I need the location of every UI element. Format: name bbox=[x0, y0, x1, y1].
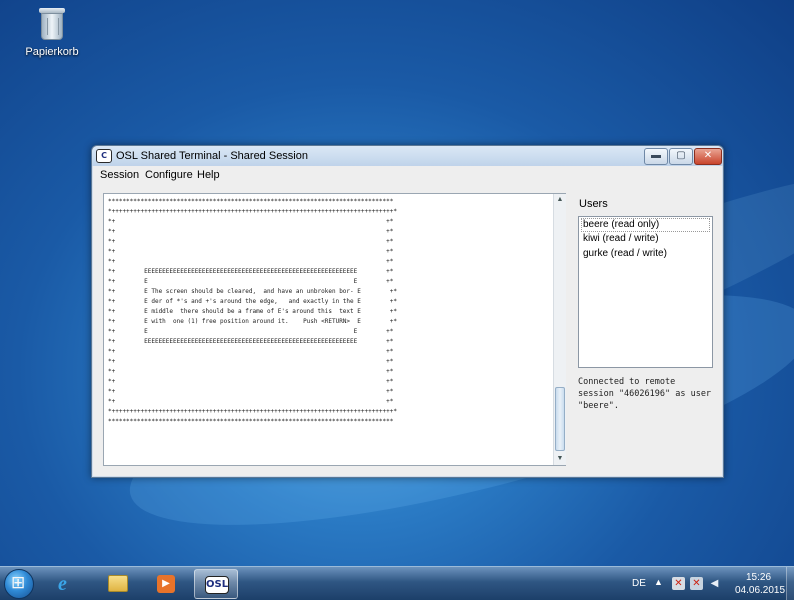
title-bar[interactable]: C OSL Shared Terminal - Shared Session ▬… bbox=[92, 146, 723, 166]
recycle-bin-desktop-icon[interactable]: Papierkorb bbox=[24, 6, 80, 58]
language-indicator[interactable]: DE bbox=[632, 578, 646, 589]
osl-logo-icon[interactable]: C bbox=[96, 149, 112, 163]
users-heading: Users bbox=[579, 198, 608, 210]
menu-help[interactable]: Help bbox=[197, 169, 220, 181]
network-icon[interactable]: ✕ bbox=[690, 577, 703, 590]
play-glyph: ▶ bbox=[157, 575, 175, 593]
user-item-gurke[interactable]: gurke (read / write) bbox=[581, 248, 667, 259]
user-item-kiwi[interactable]: kiwi (read / write) bbox=[581, 233, 659, 244]
scroll-down-arrow-icon[interactable]: ▼ bbox=[554, 453, 566, 465]
volume-muted-icon[interactable]: ◀ bbox=[708, 577, 721, 590]
terminal-screen[interactable]: ****************************************… bbox=[103, 193, 566, 466]
recycle-bin-label: Papierkorb bbox=[25, 46, 79, 58]
connection-status: Connected to remote session "46026196" a… bbox=[578, 377, 712, 411]
ie-glyph: e bbox=[58, 573, 67, 595]
osl-glyph: OSL bbox=[205, 576, 229, 594]
menu-configure[interactable]: Configure bbox=[145, 169, 193, 181]
taskbar: e ▶ OSL DE ▲ ✕ ✕ ◀ 15:26 04.06.2015 bbox=[0, 566, 794, 600]
window-title: OSL Shared Terminal - Shared Session bbox=[116, 150, 308, 162]
file-explorer-icon[interactable] bbox=[98, 569, 138, 599]
show-desktop-button[interactable] bbox=[786, 567, 794, 600]
window-client-area: Session Configure Help *****************… bbox=[93, 166, 722, 476]
terminal-scrollbar[interactable]: ▲ ▼ bbox=[553, 194, 566, 465]
show-hidden-icons-arrow-icon[interactable]: ▲ bbox=[654, 577, 663, 587]
media-player-icon[interactable]: ▶ bbox=[146, 569, 186, 599]
clock-time[interactable]: 15:26 bbox=[746, 572, 771, 583]
menu-bar: Session Configure Help bbox=[93, 166, 722, 184]
internet-explorer-icon[interactable]: e bbox=[48, 569, 88, 599]
minimize-button[interactable]: ▬ bbox=[644, 148, 668, 165]
start-button-icon[interactable] bbox=[4, 569, 34, 599]
clock-date[interactable]: 04.06.2015 bbox=[735, 585, 785, 596]
recycle-bin-body bbox=[41, 13, 63, 40]
close-button[interactable]: ✕ bbox=[694, 148, 722, 165]
folder-glyph bbox=[108, 575, 128, 592]
user-item-beere[interactable]: beere (read only) bbox=[581, 218, 710, 232]
scrollbar-thumb[interactable] bbox=[555, 387, 565, 451]
osl-terminal-icon[interactable]: OSL bbox=[194, 569, 238, 599]
scroll-up-arrow-icon[interactable]: ▲ bbox=[554, 194, 566, 206]
menu-session[interactable]: Session bbox=[100, 169, 139, 181]
terminal-output: ****************************************… bbox=[108, 198, 397, 425]
osl-shared-terminal-window: C OSL Shared Terminal - Shared Session ▬… bbox=[91, 145, 724, 478]
maximize-button[interactable]: ▢ bbox=[669, 148, 693, 165]
users-list[interactable]: beere (read only) kiwi (read / write) gu… bbox=[578, 216, 713, 368]
action-center-flag-icon[interactable]: ✕ bbox=[672, 577, 685, 590]
recycle-bin-icon bbox=[35, 6, 69, 42]
